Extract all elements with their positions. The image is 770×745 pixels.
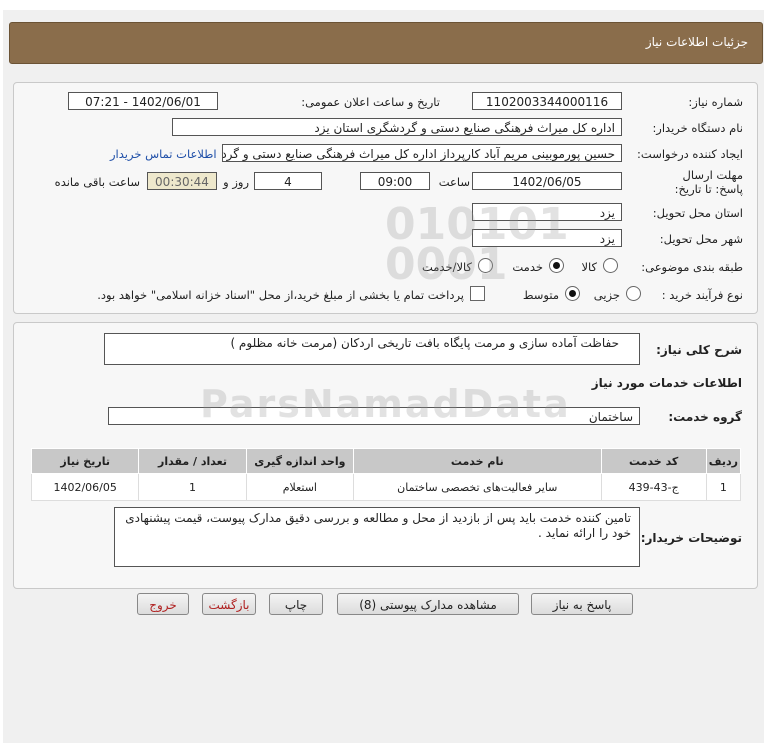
process-minor-label: جزیی [593,288,620,302]
view-attachments-button[interactable]: مشاهده مدارک پیوستی (8) [337,593,519,615]
page-header: جزئیات اطلاعات نیاز [9,22,763,64]
description-field: حفاظت آماده سازی و مرمت پایگاه بافت تاری… [104,333,640,365]
col-unit: واحد اندازه گیری [245,448,355,474]
days-field: 4 [254,172,322,190]
remaining-time-field: 00:30:44 [147,172,217,190]
buyer-notes-label: توضیحات خریدار: [640,531,742,545]
cell-need-date: 1402/06/05 [30,473,140,501]
category-goods-service-label: کالا/خدمت [421,260,472,274]
announce-field: 1402/06/01 - 07:21 [68,92,218,110]
announce-label: تاریخ و ساعت اعلان عمومی: [301,95,440,109]
need-number-field: 1102003344000116 [472,92,622,110]
table-row: 1 ج-43-439 سایر فعالیت‌های تخصصی ساختمان… [30,473,742,501]
service-group-label: گروه خدمت: [668,410,742,424]
city-field: یزد [472,229,622,247]
category-label: طبقه بندی موضوعی: [641,260,743,274]
category-goods-service-radio[interactable] [478,258,493,273]
exit-button[interactable]: خروج [137,593,189,615]
treasury-payment-checkbox[interactable] [470,286,485,301]
need-number-label: شماره نیاز: [688,95,743,109]
cell-row-number: 1 [705,473,742,501]
col-service-name: نام خدمت [353,448,602,474]
remaining-label: ساعت باقی مانده [54,175,140,189]
services-table: ردیف کد خدمت نام خدمت واحد اندازه گیری ت… [30,448,742,501]
process-medium-radio[interactable] [565,286,580,301]
creator-field: حسین پورموبینی مریم آباد کارپرداز اداره … [222,144,622,162]
days-label: روز و [223,175,249,189]
buyer-org-label: نام دستگاه خریدار: [652,121,743,135]
category-service-radio[interactable] [549,258,564,273]
category-goods-radio[interactable] [603,258,618,273]
description-label: شرح کلی نیاز: [656,343,742,357]
table-header-row: ردیف کد خدمت نام خدمت واحد اندازه گیری ت… [30,448,742,474]
time-label: ساعت [438,175,470,189]
process-label: نوع فرآیند خرید : [661,288,743,302]
treasury-payment-note: پرداخت تمام یا بخشی از مبلغ خرید،از محل … [97,288,464,302]
services-section-title: اطلاعات خدمات مورد نیاز [591,376,742,390]
province-label: استان محل تحویل: [652,206,743,220]
deadline-time-field: 09:00 [360,172,430,190]
province-field: یزد [472,203,622,221]
need-info-panel [13,82,758,314]
process-minor-radio[interactable] [626,286,641,301]
buyer-notes-field: تامین کننده خدمت باید پس از بازدید از مح… [114,507,640,567]
creator-label: ایجاد کننده درخواست: [637,147,743,161]
page-title: جزئیات اطلاعات نیاز [645,35,748,49]
buyer-org-field: اداره کل میراث فرهنگی صنایع دستی و گردشگ… [172,118,622,136]
back-button[interactable]: بازگشت [202,593,256,615]
service-group-field: ساختمان [108,407,640,425]
buyer-contact-link[interactable]: اطلاعات تماس خریدار [110,147,217,161]
category-service-label: خدمت [512,260,543,274]
deadline-label: مهلت ارسال پاسخ: تا تاریخ: [674,168,743,196]
cell-service-name: سایر فعالیت‌های تخصصی ساختمان [353,473,602,501]
deadline-date-field: 1402/06/05 [472,172,622,190]
col-need-date: تاریخ نیاز [30,448,140,474]
reply-button[interactable]: پاسخ به نیاز [531,593,633,615]
cell-quantity: 1 [138,473,247,501]
col-quantity: تعداد / مقدار [138,448,247,474]
cell-unit: استعلام [245,473,355,501]
col-service-code: کد خدمت [600,448,707,474]
cell-service-code: ج-43-439 [600,473,707,501]
process-medium-label: متوسط [522,288,559,302]
city-label: شهر محل تحویل: [659,232,743,246]
col-row-number: ردیف [705,448,742,474]
category-goods-label: کالا [581,260,597,274]
print-button[interactable]: چاپ [269,593,323,615]
